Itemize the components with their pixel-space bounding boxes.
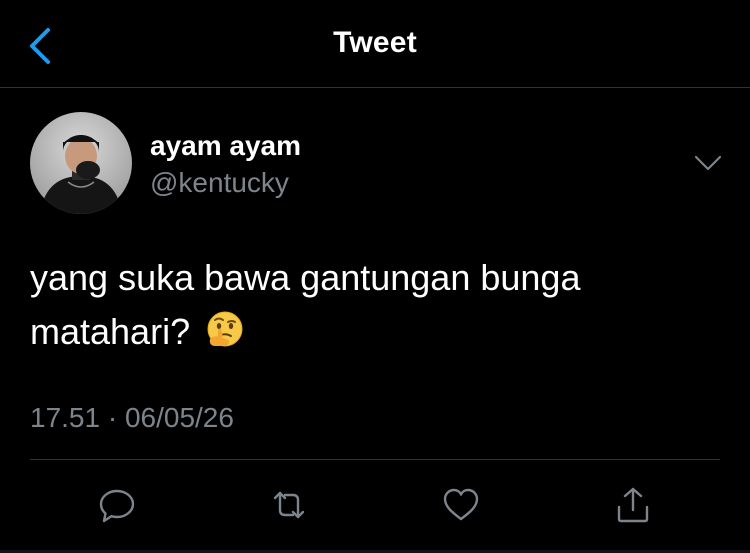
retweet-button[interactable] [267, 483, 311, 527]
tweet-body: yang suka bawa gantungan bunga matahari? [30, 251, 720, 359]
avatar[interactable] [30, 112, 132, 214]
avatar-image [30, 112, 132, 214]
divider [30, 459, 720, 460]
tweet-detail: ayam ayam @kentucky yang suka bawa gantu… [0, 89, 750, 553]
thinking-face-emoji [207, 311, 243, 347]
tweet-timestamp: 17.51 · 06/05/26 [30, 402, 234, 433]
like-icon [443, 488, 479, 521]
retweet-icon [273, 491, 305, 519]
tweet-text: yang suka bawa gantungan bunga matahari? [30, 257, 581, 352]
page-title: Tweet [333, 26, 417, 59]
like-button[interactable] [439, 483, 483, 527]
share-icon [617, 487, 649, 523]
tweet-actions-bar [0, 483, 750, 527]
top-nav-bar: Tweet [0, 0, 750, 88]
reply-icon [99, 489, 135, 523]
reply-button[interactable] [95, 483, 139, 527]
author-display-name[interactable]: ayam ayam [150, 130, 301, 162]
author-handle[interactable]: @kentucky [150, 167, 289, 199]
chevron-down-icon [694, 155, 722, 171]
more-options-button[interactable] [690, 149, 726, 177]
share-button[interactable] [611, 483, 655, 527]
